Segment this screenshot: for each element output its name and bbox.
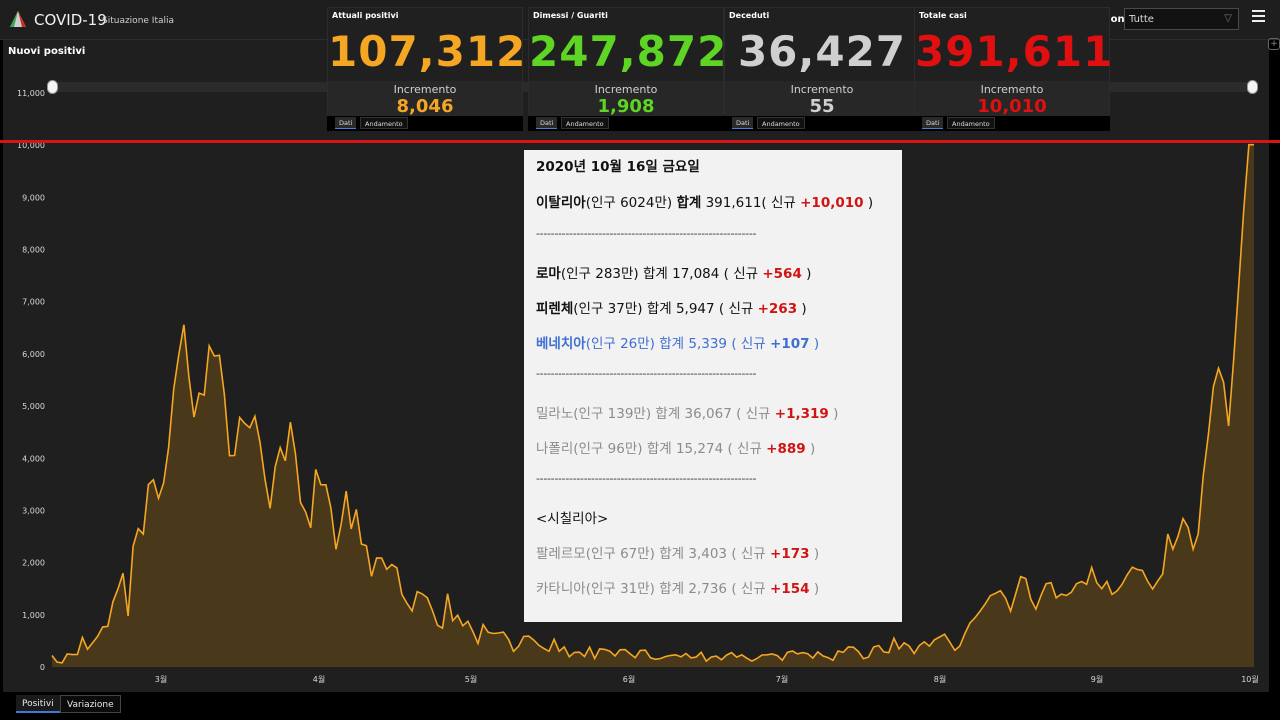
overlay-sicily-heading: <시칠리아> [536, 511, 609, 527]
bottom-tab-bar: Positivi Variazione [0, 693, 1280, 720]
overlay-separator: ----------------------------------------… [536, 472, 757, 485]
increment-value: 10,010 [977, 96, 1047, 117]
stat-card-tabs: Dati Andamento [914, 116, 1110, 131]
stat-card-tabs: Dati Andamento [724, 116, 920, 131]
y-tick-label: 6,000 [22, 350, 45, 359]
red-divider [0, 140, 1280, 143]
stat-card-label: Attuali positivi [332, 11, 399, 20]
stat-card-label: Deceduti [729, 11, 770, 20]
news-overlay: 2020년 10월 16일 금요일 이탈리아(인구 6024만) 합계 391,… [524, 150, 902, 622]
tab-dati[interactable]: Dati [922, 117, 944, 129]
tab-andamento[interactable]: Andamento [757, 117, 805, 129]
x-tick-label: 5월 [465, 674, 477, 684]
overlay-city-milan: 밀라노(인구 139만) 합계 36,067 ( 신규 +1,319 ) [536, 406, 839, 422]
y-tick-label: 3,000 [22, 506, 45, 515]
stat-card-value: 391,611 [915, 27, 1114, 76]
x-tick-label: 6월 [623, 674, 635, 684]
stat-card: Totale casi 391,611 Incremento 10,010 [914, 7, 1114, 117]
y-tick-label: 7,000 [22, 298, 45, 307]
overlay-city-palermo: 팔레르모(인구 67만) 합계 3,403 ( 신규 +173 ) [536, 546, 820, 562]
y-tick-label: 1,000 [22, 611, 45, 620]
overlay-date: 2020년 10월 16일 금요일 [536, 159, 700, 175]
y-tick-label: 8,000 [22, 246, 45, 255]
stat-card: Deceduti 36,427 Incremento 55 [724, 7, 920, 117]
y-tick-label: 5,000 [22, 402, 45, 411]
stat-card: Dimessi / Guariti 247,872 Incremento 1,908 [528, 7, 728, 117]
x-tick-label: 3월 [155, 674, 167, 684]
tab-positivi[interactable]: Positivi [16, 695, 60, 713]
overlay-italy: 이탈리아(인구 6024만) 합계 391,611( 신규 +10,010 ) [536, 195, 874, 211]
tab-andamento[interactable]: Andamento [561, 117, 609, 129]
x-tick-label: 4월 [313, 674, 325, 684]
stat-card: Attuali positivi 107,312 Incremento 8,046 [327, 7, 527, 117]
overlay-separator: ----------------------------------------… [536, 367, 757, 380]
stat-card-value: 36,427 [737, 27, 907, 76]
tab-andamento[interactable]: Andamento [947, 117, 995, 129]
increment-value: 55 [809, 96, 835, 117]
y-tick-label: 11,000 [17, 89, 45, 98]
stat-card-label: Dimessi / Guariti [533, 11, 608, 20]
y-tick-label: 2,000 [22, 559, 45, 568]
tab-dati[interactable]: Dati [335, 117, 357, 129]
stat-card-increment: Incremento 10,010 [915, 81, 1109, 117]
tab-andamento[interactable]: Andamento [360, 117, 408, 129]
x-tick-label: 7월 [776, 674, 788, 684]
increment-label: Incremento [594, 83, 658, 96]
tab-dati[interactable]: Dati [536, 117, 558, 129]
overlay-separator: ----------------------------------------… [536, 227, 757, 240]
increment-value: 1,908 [597, 96, 655, 117]
overlay-city-rome: 로마(인구 283만) 합계 17,084 ( 신규 +564 ) [536, 266, 812, 282]
y-tick-label: 0 [40, 663, 45, 672]
stat-card-increment: Incremento 8,046 [328, 81, 522, 117]
tab-dati[interactable]: Dati [732, 117, 754, 129]
x-tick-label: 8월 [934, 674, 946, 684]
x-tick-label: 10월 [1241, 674, 1259, 684]
tab-variazione[interactable]: Variazione [60, 695, 121, 713]
increment-value: 8,046 [396, 96, 454, 117]
stat-card-tabs: Dati Andamento [528, 116, 724, 131]
stat-card-value: 247,872 [529, 27, 728, 76]
increment-label: Incremento [980, 83, 1044, 96]
stat-card-increment: Incremento 55 [725, 81, 919, 117]
overlay-city-venice: 베네치아(인구 26만) 합계 5,339 ( 신규 +107 ) [536, 336, 820, 352]
increment-label: Incremento [393, 83, 457, 96]
x-tick-label: 9월 [1091, 674, 1103, 684]
overlay-city-naples: 나폴리(인구 96만) 합계 15,274 ( 신규 +889 ) [536, 441, 816, 457]
y-tick-label: 4,000 [22, 454, 45, 463]
y-tick-label: 9,000 [22, 193, 45, 202]
stat-card-value: 107,312 [328, 27, 527, 76]
stat-card-label: Totale casi [919, 11, 967, 20]
stat-card-increment: Incremento 1,908 [529, 81, 723, 117]
increment-label: Incremento [790, 83, 854, 96]
stat-card-tabs: Dati Andamento [327, 116, 523, 131]
overlay-city-catania: 카타니아(인구 31만) 합계 2,736 ( 신규 +154 ) [536, 581, 820, 597]
overlay-city-florence: 피렌체(인구 37만) 합계 5,947 ( 신규 +263 ) [536, 301, 807, 317]
